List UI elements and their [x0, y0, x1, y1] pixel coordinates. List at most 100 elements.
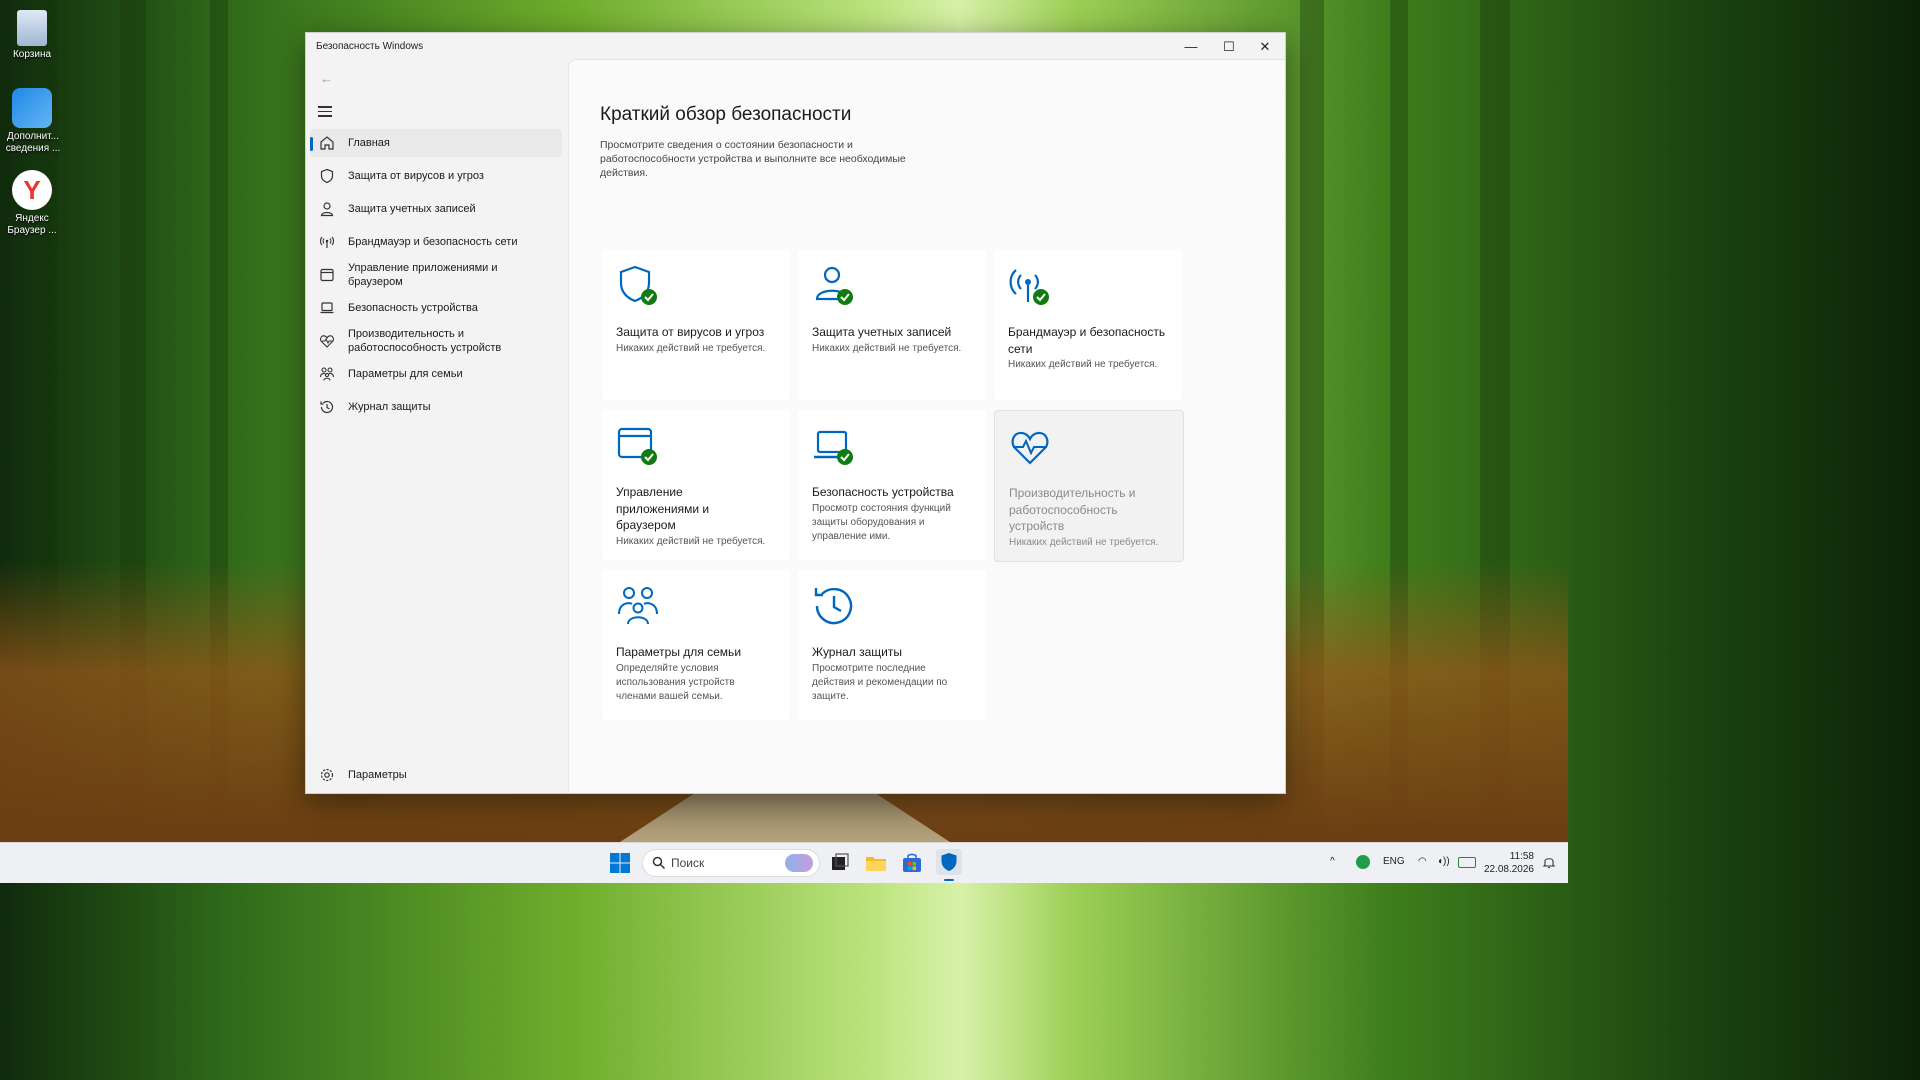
card-title: Безопасность устройства	[812, 485, 954, 499]
hamburger-menu-icon[interactable]	[318, 103, 332, 120]
sidebar-item-protection-history[interactable]: Журнал защиты	[310, 393, 562, 421]
maximize-button[interactable]: ☐	[1211, 37, 1247, 57]
heart-pulse-icon	[320, 335, 334, 348]
home-icon	[320, 136, 334, 150]
sidebar-item-device-security[interactable]: Безопасность устройства	[310, 294, 562, 322]
card-title: Защита от вирусов и угроз	[616, 325, 765, 339]
laptop-check-icon	[814, 430, 853, 465]
card-status: Никаких действий не требуется.	[616, 342, 766, 354]
card-title: Параметры для семьи	[616, 645, 742, 659]
wifi-antenna-icon	[319, 236, 335, 248]
browser-window-icon	[320, 268, 334, 282]
close-button[interactable]: ✕	[1247, 37, 1283, 57]
card-device-security[interactable]: Безопасность устройства Просмотр состояни…	[798, 410, 986, 560]
desktop-icon-yandex-browser[interactable]: Y Яндекс Браузер ...	[4, 170, 60, 237]
card-title: Производительность и работоспособность у…	[1009, 486, 1136, 533]
file-explorer-icon[interactable]	[864, 851, 888, 875]
person-icon	[320, 202, 334, 217]
taskbar-search[interactable]: Поиск	[642, 849, 820, 877]
card-title: Журнал защиты	[812, 645, 902, 659]
card-virus-protection[interactable]: Защита от вирусов и угроз Никаких действи…	[602, 250, 790, 400]
sidebar-item-family[interactable]: Параметры для семьи	[310, 360, 562, 388]
wifi-icon[interactable]: ◠	[1418, 856, 1427, 867]
card-status: Просмотр состояния функций защиты оборуд…	[812, 502, 951, 542]
taskbar-clock[interactable]: 11:58 22.08.2026	[1484, 850, 1534, 876]
history-icon	[814, 587, 853, 625]
clock-date: 22.08.2026	[1483, 864, 1534, 875]
sidebar-nav: ← Главная Защита от вирусов и угроз Защи…	[306, 59, 568, 791]
sidebar-item-label: Параметры для семьи	[348, 368, 463, 380]
desktop-icon-info[interactable]: Дополнит... сведения ...	[4, 88, 60, 155]
sidebar-item-settings[interactable]: Параметры	[310, 761, 562, 789]
family-icon	[618, 587, 658, 625]
window-title: Безопасность Windows	[316, 41, 424, 52]
title-bar[interactable]: Безопасность Windows — ☐ ✕	[306, 33, 1285, 59]
card-family[interactable]: Параметры для семьи Определяйте условия и…	[602, 570, 790, 720]
gear-icon	[320, 768, 334, 782]
page-title: Краткий обзор безопасности	[600, 104, 852, 125]
sidebar-item-label: Защита учетных записей	[348, 203, 476, 215]
sidebar-item-label: Журнал защиты	[348, 401, 431, 413]
sidebar-item-label: Защита от вирусов и угроз	[348, 170, 484, 182]
card-status: Просмотрите последние действия и рекомен…	[812, 662, 948, 702]
sidebar-item-label: Параметры	[348, 769, 407, 781]
microsoft-store-icon[interactable]	[900, 851, 924, 875]
card-status: Никаких действий не требуется.	[1009, 536, 1159, 548]
volume-icon[interactable]: ◖))	[1437, 856, 1450, 867]
search-placeholder: Поиск	[671, 856, 705, 870]
taskbar: Поиск ^ ENG ◠ ◖)) 11:58 22.08.2026	[0, 842, 1568, 883]
tray-security-icon[interactable]	[1356, 855, 1370, 869]
windows-security-window: Безопасность Windows — ☐ ✕ ← Главная Защ…	[305, 32, 1286, 794]
card-account-protection[interactable]: Защита учетных записей Никаких действий н…	[798, 250, 986, 400]
sidebar-item-app-browser[interactable]: Управление приложениями и браузером	[310, 261, 562, 289]
laptop-icon	[320, 302, 334, 314]
input-language[interactable]: ENG	[1383, 856, 1405, 867]
task-view-icon[interactable]	[828, 851, 852, 875]
card-firewall[interactable]: Брандмауэр и безопасность сети Никаких де…	[994, 250, 1182, 400]
sidebar-item-virus-protection[interactable]: Защита от вирусов и угроз	[310, 162, 562, 190]
info-photo-icon	[12, 88, 52, 128]
card-protection-history[interactable]: Журнал защиты Просмотрите последние дейст…	[798, 570, 986, 720]
card-app-browser[interactable]: Управление приложениями и браузером Никак…	[602, 410, 790, 560]
sidebar-item-label: Управление приложениями и браузером	[348, 262, 498, 288]
windows-security-taskbar-icon[interactable]	[936, 849, 962, 881]
heart-pulse-icon	[1011, 431, 1049, 465]
shield-check-icon	[619, 265, 657, 305]
tray-chevron-up-icon[interactable]: ^	[1330, 856, 1335, 867]
minimize-button[interactable]: —	[1173, 37, 1209, 57]
desktop-icon-label: Дополнит... сведения ...	[5, 131, 61, 154]
person-check-icon	[815, 266, 853, 305]
page-description: Просмотрите сведения о состоянии безопас…	[600, 139, 906, 179]
card-title: Управление приложениями и браузером	[616, 485, 710, 532]
notification-bell-icon[interactable]	[1542, 855, 1556, 869]
card-title: Брандмауэр и безопасность сети	[1008, 325, 1166, 356]
sidebar-item-device-performance[interactable]: Производительность и работоспособность у…	[310, 327, 562, 355]
card-device-performance[interactable]: Производительность и работоспособность у…	[994, 410, 1184, 562]
search-icon	[652, 856, 666, 870]
card-status: Никаких действий не требуется.	[1008, 359, 1158, 370]
desktop-icon-label: Корзина	[12, 49, 52, 60]
history-icon	[320, 400, 334, 414]
sidebar-item-account-protection[interactable]: Защита учетных записей	[310, 195, 562, 223]
recycle-bin-icon	[17, 10, 47, 46]
desktop-icon-recycle-bin[interactable]: Корзина	[4, 10, 60, 61]
clock-time: 11:58	[1509, 851, 1534, 862]
sidebar-item-label: Главная	[348, 137, 390, 149]
main-content: Краткий обзор безопасности Просмотрите с…	[568, 59, 1285, 793]
browser-check-icon	[617, 427, 657, 465]
shield-icon	[320, 168, 334, 184]
battery-icon[interactable]	[1458, 857, 1476, 868]
back-button[interactable]: ←	[320, 71, 333, 86]
card-status: Никаких действий не требуется.	[616, 535, 766, 547]
sidebar-item-firewall[interactable]: Брандмауэр и безопасность сети	[310, 228, 562, 256]
sidebar-item-label: Брандмауэр и безопасность сети	[348, 236, 518, 248]
antenna-check-icon	[1009, 269, 1049, 305]
sidebar-item-home[interactable]: Главная	[310, 129, 562, 157]
sidebar-item-label: Производительность и работоспособность у…	[348, 328, 502, 354]
sidebar-item-label: Безопасность устройства	[348, 302, 478, 314]
start-button[interactable]	[608, 851, 632, 875]
search-highlight-icon	[785, 854, 813, 872]
desktop-icon-label: Яндекс Браузер ...	[7, 213, 57, 236]
card-status: Определяйте условия использования устрой…	[616, 662, 735, 702]
card-status: Никаких действий не требуется.	[812, 342, 962, 354]
